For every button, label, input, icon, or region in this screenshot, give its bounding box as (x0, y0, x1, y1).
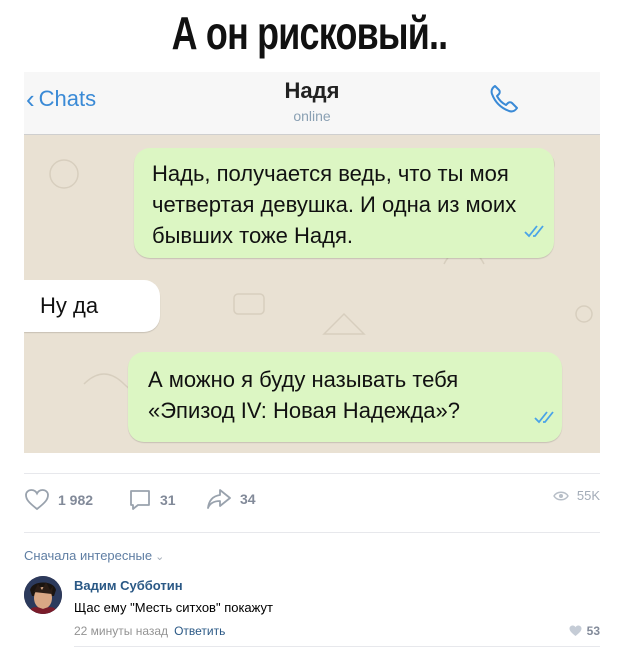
comment-like-button[interactable]: 53 (569, 624, 600, 638)
chat-header: ‹ Chats Надя online (24, 72, 600, 135)
sort-label: Сначала интересные (24, 548, 153, 563)
comments-sort-dropdown[interactable]: Сначала интересные ⌄ (24, 548, 164, 563)
views-counter: 55K (553, 488, 600, 503)
divider (24, 532, 600, 533)
comment-button[interactable]: 31 (128, 488, 176, 512)
divider (24, 473, 600, 474)
heart-icon (569, 625, 582, 636)
views-count: 55K (576, 488, 600, 503)
reply-link[interactable]: Ответить (174, 624, 225, 638)
message-text: Надь, получается ведь, что ты моя четвер… (152, 161, 517, 248)
post-title: А он рисковый.. (171, 7, 449, 59)
share-icon (207, 489, 231, 509)
message-incoming: Ну да (24, 280, 160, 332)
comment-text: Щас ему "Месть ситхов" покажут (74, 600, 273, 615)
likes-count: 1 982 (58, 492, 94, 508)
shares-count: 34 (240, 491, 256, 507)
eye-icon (553, 491, 569, 500)
share-button[interactable]: 34 (206, 488, 256, 510)
comment-item: Вадим Субботин Щас ему "Месть ситхов" по… (24, 572, 600, 646)
comment-icon (130, 490, 150, 510)
comments-count: 31 (160, 492, 176, 508)
message-outgoing: А можно я буду называть тебя «Эпизод IV:… (128, 352, 562, 442)
read-ticks-icon (524, 225, 544, 238)
read-ticks-icon (534, 411, 554, 424)
chevron-down-icon: ⌄ (155, 551, 165, 563)
message-outgoing: Надь, получается ведь, что ты моя четвер… (134, 148, 554, 258)
message-text: А можно я буду называть тебя «Эпизод IV:… (148, 367, 461, 423)
message-text: Ну да (40, 293, 99, 318)
avatar[interactable] (24, 576, 62, 614)
comment-author[interactable]: Вадим Субботин (74, 578, 183, 593)
comment-likes-count: 53 (586, 624, 600, 638)
post-actions: 1 982 31 34 55K (24, 488, 600, 520)
comment-time[interactable]: 22 минуты назад (74, 624, 168, 638)
comment-meta: 22 минуты назад Ответить (74, 624, 225, 638)
chat-screenshot: ‹ Chats Надя online Надь, получается вед… (24, 72, 600, 453)
divider (74, 646, 600, 647)
phone-icon[interactable] (486, 82, 520, 116)
heart-icon (25, 489, 49, 511)
like-button[interactable]: 1 982 (24, 488, 93, 512)
avatar-image (24, 576, 62, 614)
